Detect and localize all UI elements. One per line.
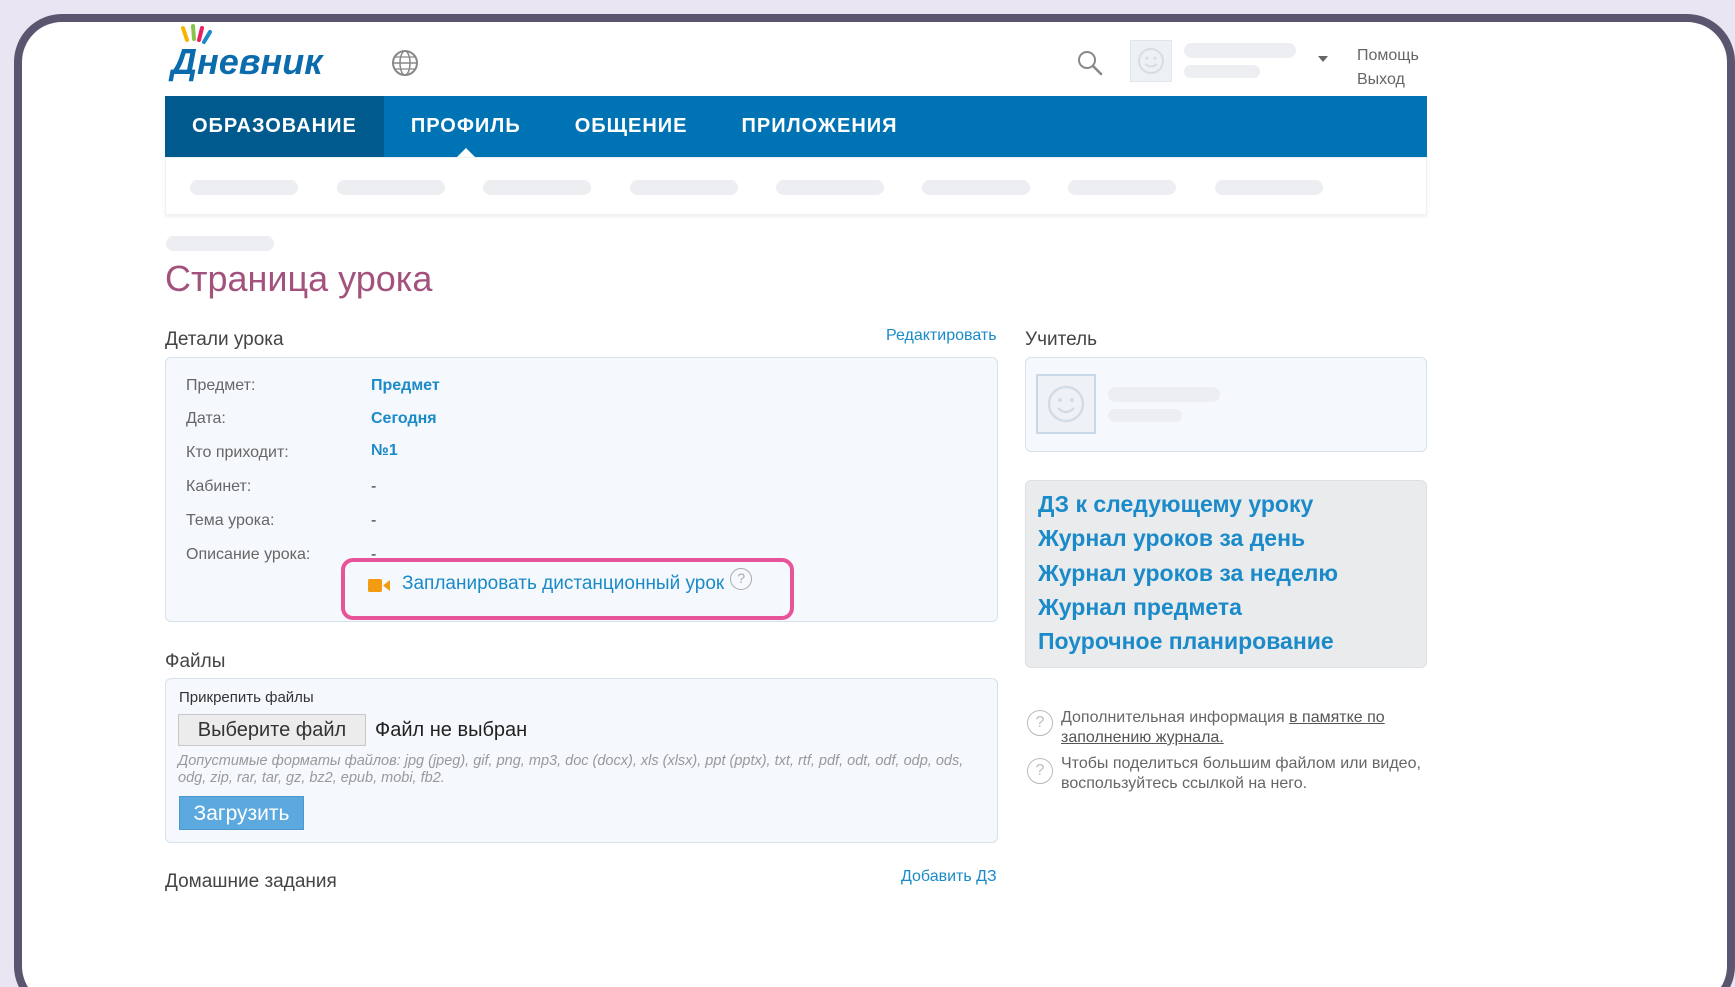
room-label: Кабинет: [186,478,252,495]
subnav-item-placeholder[interactable] [190,180,298,195]
user-role-placeholder [1184,65,1260,78]
highlight-frame [341,558,794,620]
add-homework-link[interactable]: Добавить ДЗ [901,868,997,886]
info-note-journal: Дополнительная информация в памятке по з… [1061,708,1431,748]
topic-label: Тема урока: [186,512,275,529]
homework-heading: Домашние задания [165,871,337,892]
room-value: - [371,478,377,495]
dnevnik-logo[interactable]: Дневник [165,22,365,84]
info-note-text: Дополнительная информация [1061,709,1290,726]
subnav-item-placeholder[interactable] [337,180,445,195]
lesson-planning-link[interactable]: Поурочное планирование [1038,628,1334,655]
subnav-item-placeholder[interactable] [1215,180,1323,195]
daily-journal-link[interactable]: Журнал уроков за день [1038,525,1305,552]
search-icon[interactable] [1075,48,1105,78]
nav-item-communication[interactable]: ОБЩЕНИЕ [548,96,715,157]
info-icon: ? [1027,710,1053,736]
files-heading: Файлы [165,651,226,672]
description-label: Описание урока: [186,546,311,563]
quick-links-panel: ДЗ к следующему уроку Журнал уроков за д… [1025,480,1427,668]
date-label: Дата: [186,410,226,427]
subnav-item-placeholder[interactable] [483,180,591,195]
no-file-text: Файл не выбран [375,719,528,741]
teacher-heading: Учитель [1025,329,1097,350]
details-heading: Детали урока [165,329,284,350]
subnav-item-placeholder[interactable] [1068,180,1176,195]
next-lesson-homework-link[interactable]: ДЗ к следующему уроку [1038,491,1313,518]
allowed-formats-text: Допустимые форматы файлов: jpg (jpeg), g… [178,753,964,786]
help-link[interactable]: Помощь [1357,44,1419,68]
date-value[interactable]: Сегодня [371,410,437,428]
breadcrumb[interactable] [166,236,274,251]
logout-link[interactable]: Выход [1357,68,1419,92]
teacher-name-placeholder[interactable] [1108,387,1220,402]
topic-value: - [371,512,377,529]
main-nav: ОБРАЗОВАНИЕ ПРОФИЛЬ ОБЩЕНИЕ ПРИЛОЖЕНИЯ [165,96,1427,157]
teacher-avatar[interactable] [1036,374,1096,434]
teacher-subtitle-placeholder [1108,409,1182,422]
class-value[interactable]: №1 [371,442,398,460]
weekly-journal-link[interactable]: Журнал уроков за неделю [1038,560,1338,587]
subnav-item-placeholder[interactable] [922,180,1030,195]
user-menu-chevron-down-icon[interactable] [1318,56,1328,62]
user-avatar[interactable] [1130,40,1172,82]
subject-journal-link[interactable]: Журнал предмета [1038,594,1242,621]
upload-button[interactable]: Загрузить [179,796,304,830]
choose-file-button[interactable]: Выберите файл [178,714,366,746]
nav-item-education[interactable]: ОБРАЗОВАНИЕ [165,96,384,157]
subnav-item-placeholder[interactable] [776,180,884,195]
user-name-placeholder [1184,43,1296,58]
info-icon: ? [1027,758,1053,784]
attach-files-label: Прикрепить файлы [179,689,314,706]
logo-text: Дневник [168,41,324,82]
subject-label: Предмет: [186,377,256,394]
globe-icon[interactable] [390,48,420,78]
nav-item-profile[interactable]: ПРОФИЛЬ [384,96,548,157]
header-links: Помощь Выход [1357,44,1419,92]
nav-item-apps[interactable]: ПРИЛОЖЕНИЯ [715,96,925,157]
subject-value[interactable]: Предмет [371,377,440,395]
info-note-large-file: Чтобы поделиться большим файлом или виде… [1061,755,1421,792]
class-label: Кто приходит: [186,444,289,461]
page-title: Страница урока [165,258,433,299]
subnav-item-placeholder[interactable] [630,180,738,195]
edit-link[interactable]: Редактировать [886,327,997,345]
